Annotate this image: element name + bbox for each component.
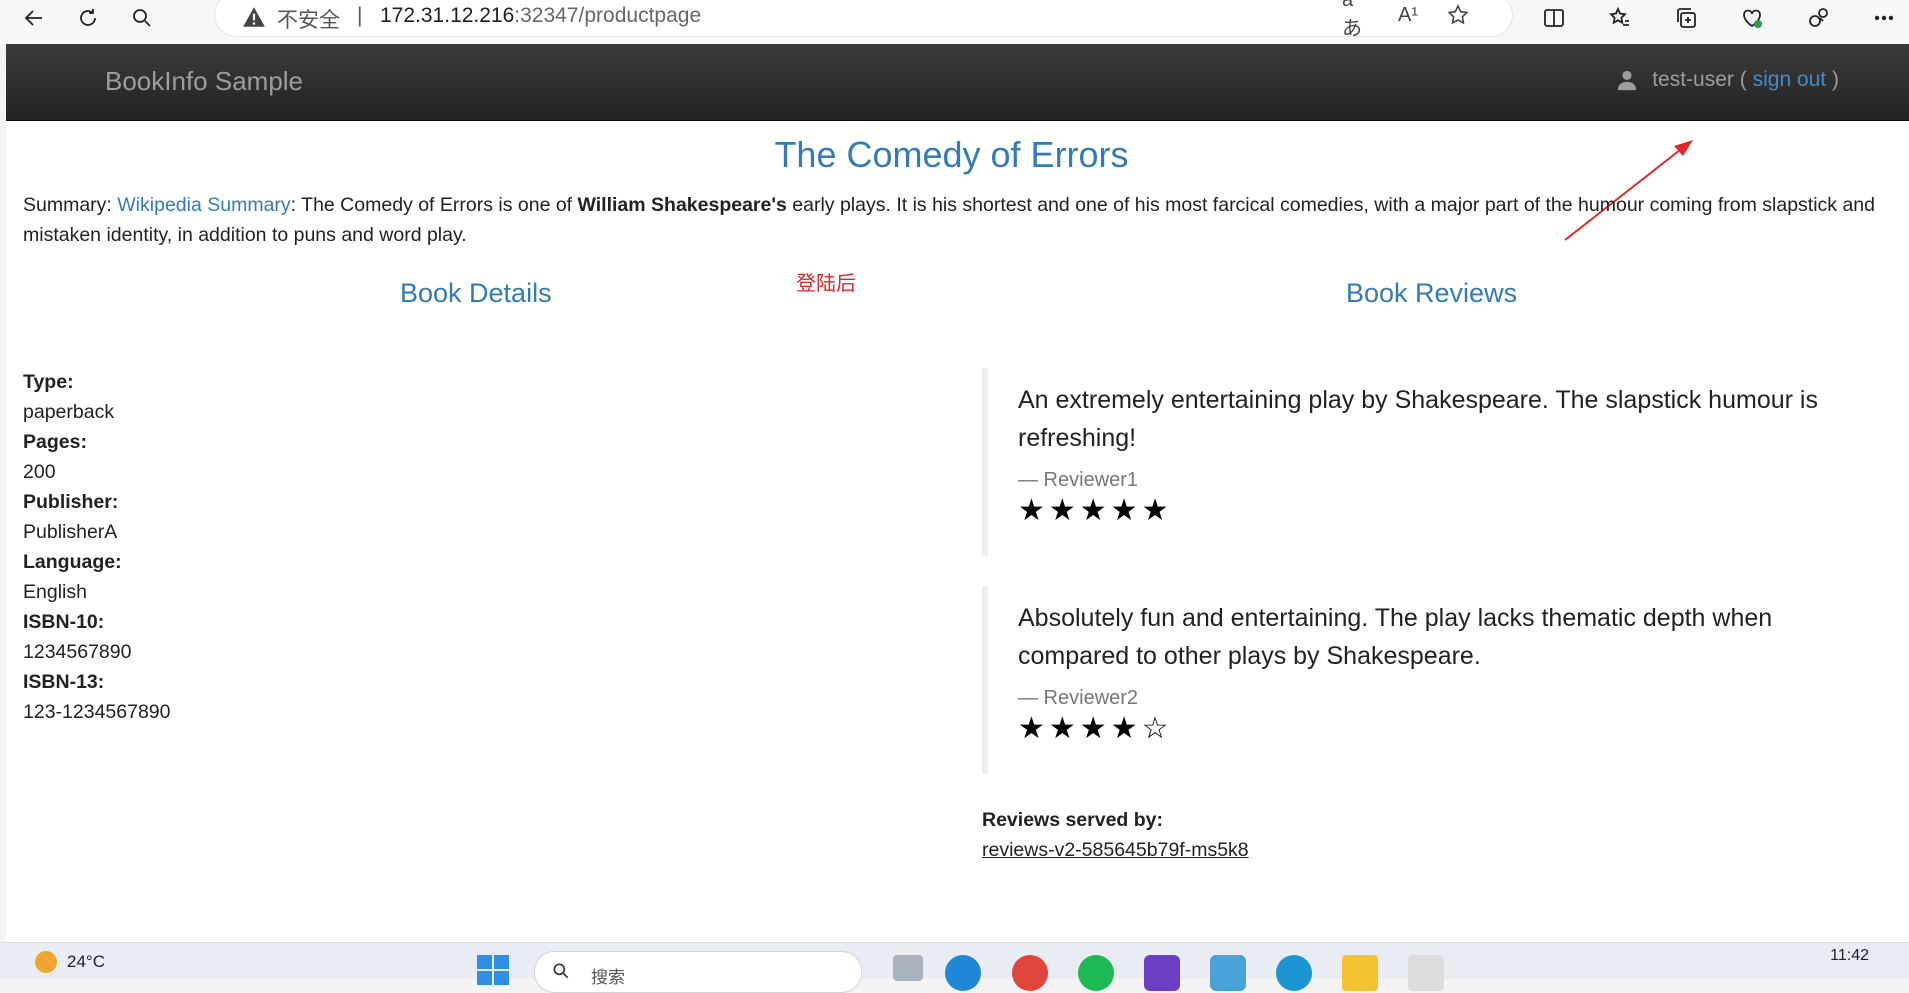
security-label[interactable]: 不安全	[277, 4, 340, 34]
navbar-brand[interactable]: BookInfo Sample	[105, 66, 303, 97]
reviewer-name: — Reviewer1	[1018, 469, 1139, 491]
url-path: :32347/productpage	[514, 4, 702, 27]
collections-icon[interactable]	[1670, 2, 1702, 34]
served-by-label: Reviews served by:	[982, 809, 1164, 831]
read-aloud-icon[interactable]: A¹	[1393, 0, 1423, 30]
user-icon	[1618, 70, 1637, 91]
summary-label: Summary:	[23, 194, 112, 216]
rating-stars: ★★★★★	[1018, 494, 1173, 527]
detail-value-isbn10: 1234567890	[23, 641, 132, 663]
detail-value-pages: 200	[23, 461, 56, 483]
detail-label-type: Type:	[23, 371, 74, 393]
edge-dev-icon[interactable]	[1276, 955, 1312, 991]
sign-out-link[interactable]: sign out	[1753, 68, 1827, 92]
book-reviews-heading: Book Reviews	[1346, 278, 1518, 308]
paren-open: (	[1739, 68, 1747, 91]
annotation-label: 登陆后	[796, 273, 856, 295]
served-by-pod: reviews-v2-585645b79f-ms5k8	[982, 839, 1249, 861]
weather-sun-icon	[35, 951, 57, 973]
temperature: 24°C	[67, 952, 105, 971]
book-details-list: Type: paperback Pages: 200 Publisher: Pu…	[23, 367, 170, 727]
review-item: An extremely entertaining play by Shakes…	[982, 368, 1888, 556]
detail-label-isbn13: ISBN-13:	[23, 671, 105, 693]
address-bar[interactable]: 不安全 | 172.31.12.216:32347/productpage aあ…	[215, 0, 1512, 40]
detail-value-isbn13: 123-1234567890	[23, 701, 171, 723]
detail-label-isbn10: ISBN-10:	[23, 611, 105, 633]
navbar: BookInfo Sample test-user ( sign out )	[6, 44, 1909, 121]
review-text: Absolutely fun and entertaining. The pla…	[1018, 604, 1773, 670]
refresh-icon[interactable]	[72, 2, 104, 34]
taskbar-search-icon	[553, 963, 569, 979]
paren-close: )	[1832, 68, 1839, 91]
book-details-heading: Book Details	[400, 278, 552, 308]
detail-label-language: Language:	[23, 551, 122, 573]
app-blue-icon[interactable]	[1210, 955, 1246, 991]
chrome-icon[interactable]	[1012, 955, 1048, 991]
translate-icon[interactable]: aあ	[1342, 0, 1372, 40]
back-icon[interactable]	[18, 2, 50, 34]
app-green-icon[interactable]	[1078, 955, 1114, 991]
weather-widget[interactable]: 24°C	[35, 951, 105, 973]
summary-text-1: : The Comedy of Errors is one of	[290, 194, 578, 216]
taskbar: 24°C 搜索 11:42	[0, 942, 1909, 993]
detail-label-publisher: Publisher:	[23, 491, 119, 513]
address-separator: |	[357, 4, 363, 27]
url-text[interactable]: 172.31.12.216:32347/productpage	[380, 4, 701, 28]
review-item: Absolutely fun and entertaining. The pla…	[982, 586, 1888, 774]
reviewer-name: — Reviewer2	[1018, 687, 1139, 709]
wikipedia-summary-link[interactable]: Wikipedia Summary	[117, 194, 290, 216]
favorites-icon[interactable]	[1604, 2, 1636, 34]
detail-label-pages: Pages:	[23, 431, 87, 453]
user-area: test-user ( sign out )	[1616, 68, 1839, 92]
more-options-icon[interactable]	[1868, 2, 1900, 34]
taskbar-clock[interactable]: 11:42	[1830, 947, 1869, 965]
username: test-user	[1652, 68, 1734, 91]
favorite-star-icon[interactable]	[1443, 0, 1473, 30]
summary-author: William Shakespeare's	[577, 194, 787, 216]
detail-value-language: English	[23, 581, 87, 603]
url-host: 172.31.12.216	[380, 4, 515, 27]
rating-stars: ★★★★☆	[1018, 712, 1173, 745]
reviews-served-by: Reviews served by: reviews-v2-585645b79f…	[982, 805, 1249, 865]
browser-toolbar: 不安全 | 172.31.12.216:32347/productpage aあ…	[0, 0, 1909, 44]
task-view-icon[interactable]	[893, 955, 923, 981]
search-icon[interactable]	[126, 2, 158, 34]
file-explorer-icon[interactable]	[1342, 955, 1378, 991]
split-screen-icon[interactable]	[1538, 2, 1570, 34]
app-purple-icon[interactable]	[1144, 955, 1180, 991]
windows-start-icon[interactable]	[477, 955, 511, 985]
taskbar-search[interactable]: 搜索	[534, 951, 862, 993]
extensions-icon[interactable]	[1802, 2, 1834, 34]
app-gray-icon[interactable]	[1408, 955, 1444, 991]
detail-value-type: paperback	[23, 401, 115, 423]
detail-value-publisher: PublisherA	[23, 521, 118, 543]
product-summary: Summary: Wikipedia Summary: The Comedy o…	[23, 190, 1883, 250]
browser-essentials-icon[interactable]	[1736, 2, 1768, 34]
edge-icon[interactable]	[945, 955, 981, 991]
taskbar-search-placeholder: 搜索	[591, 968, 625, 987]
warning-icon[interactable]	[241, 4, 267, 30]
product-title: The Comedy of Errors	[774, 134, 1129, 175]
review-text: An extremely entertaining play by Shakes…	[1018, 386, 1818, 452]
